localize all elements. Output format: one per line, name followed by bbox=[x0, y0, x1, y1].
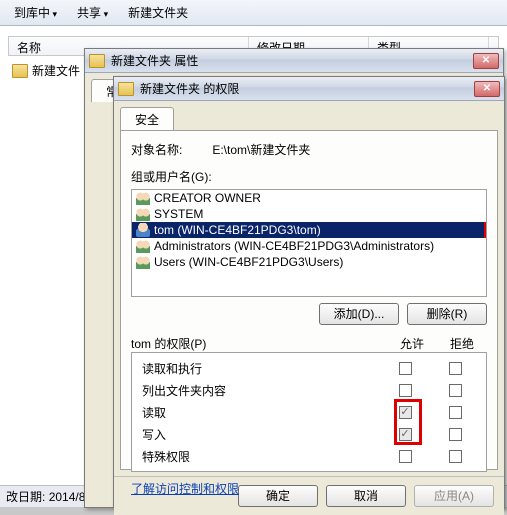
deny-checkbox[interactable] bbox=[449, 384, 462, 397]
user-item[interactable]: CREATOR OWNER bbox=[132, 190, 486, 206]
properties-title: 新建文件夹 属性 bbox=[111, 52, 473, 69]
allow-checkbox[interactable] bbox=[399, 428, 412, 441]
remove-button[interactable]: 删除(R) bbox=[407, 303, 487, 325]
deny-checkbox[interactable] bbox=[449, 362, 462, 375]
user-name: CREATOR OWNER bbox=[154, 191, 261, 205]
security-panel: 对象名称: E:\tom\新建文件夹 组或用户名(G): CREATOR OWN… bbox=[120, 130, 498, 470]
group-icon bbox=[136, 239, 150, 253]
allow-checkbox[interactable] bbox=[399, 384, 412, 397]
permission-row: 读取 bbox=[138, 401, 480, 423]
permissions-dialog: 新建文件夹 的权限 ✕ 安全 对象名称: E:\tom\新建文件夹 组或用户名(… bbox=[113, 76, 505, 508]
user-item[interactable]: SYSTEM bbox=[132, 206, 486, 222]
user-item[interactable]: Administrators (WIN-CE4BF21PDG3\Administ… bbox=[132, 238, 486, 254]
properties-titlebar[interactable]: 新建文件夹 属性 ✕ bbox=[85, 49, 503, 73]
permission-label: 读取 bbox=[138, 404, 380, 421]
user-item[interactable]: tom (WIN-CE4BF21PDG3\tom) bbox=[132, 222, 486, 238]
permissions-title: 新建文件夹 的权限 bbox=[140, 80, 474, 97]
deny-checkbox[interactable] bbox=[449, 406, 462, 419]
group-user-label: 组或用户名(G): bbox=[131, 168, 487, 185]
permission-row: 特殊权限 bbox=[138, 445, 480, 467]
permissions-for-label: tom 的权限(P) bbox=[131, 335, 387, 352]
user-name: SYSTEM bbox=[154, 207, 203, 221]
permission-row: 列出文件夹内容 bbox=[138, 379, 480, 401]
user-item[interactable]: Users (WIN-CE4BF21PDG3\Users) bbox=[132, 254, 486, 270]
user-name: tom (WIN-CE4BF21PDG3\tom) bbox=[154, 223, 321, 237]
permissions-titlebar[interactable]: 新建文件夹 的权限 ✕ bbox=[114, 77, 504, 101]
permission-label: 特殊权限 bbox=[138, 448, 380, 465]
new-folder-button[interactable]: 新建文件夹 bbox=[120, 4, 196, 21]
add-button[interactable]: 添加(D)... bbox=[319, 303, 399, 325]
permission-row: 写入 bbox=[138, 423, 480, 445]
permission-list: 读取和执行列出文件夹内容读取写入特殊权限 bbox=[131, 352, 487, 472]
group-icon bbox=[136, 255, 150, 269]
close-icon[interactable]: ✕ bbox=[473, 53, 499, 69]
folder-icon bbox=[12, 64, 28, 78]
allow-checkbox[interactable] bbox=[399, 406, 412, 419]
permission-label: 列出文件夹内容 bbox=[138, 382, 380, 399]
tab-security[interactable]: 安全 bbox=[120, 107, 174, 130]
group-icon bbox=[136, 207, 150, 221]
permission-label: 写入 bbox=[138, 426, 380, 443]
deny-checkbox[interactable] bbox=[449, 450, 462, 463]
user-name: Administrators (WIN-CE4BF21PDG3\Administ… bbox=[154, 239, 434, 253]
file-row[interactable]: 新建文件 bbox=[12, 62, 80, 79]
permission-row: 读取和执行 bbox=[138, 357, 480, 379]
status-prefix: 改日期: bbox=[6, 488, 45, 505]
share-menu[interactable]: 共享 bbox=[69, 4, 116, 21]
permission-label: 读取和执行 bbox=[138, 360, 380, 377]
allow-checkbox[interactable] bbox=[399, 450, 412, 463]
tab-strip: 安全 bbox=[120, 107, 504, 130]
user-icon bbox=[136, 223, 150, 237]
learn-more-link[interactable]: 了解访问控制和权限 bbox=[131, 482, 239, 496]
user-name: Users (WIN-CE4BF21PDG3\Users) bbox=[154, 255, 343, 269]
group-icon bbox=[136, 191, 150, 205]
deny-checkbox[interactable] bbox=[449, 428, 462, 441]
include-in-library-menu[interactable]: 到库中 bbox=[6, 4, 65, 21]
folder-icon bbox=[118, 82, 134, 96]
user-list[interactable]: CREATOR OWNER SYSTEM tom (WIN-CE4BF21PDG3\… bbox=[131, 189, 487, 297]
allow-checkbox[interactable] bbox=[399, 362, 412, 375]
file-name: 新建文件 bbox=[32, 62, 80, 79]
allow-column-header: 允许 bbox=[387, 335, 437, 352]
object-name-label: 对象名称: bbox=[131, 141, 182, 158]
status-date: 2014/8 bbox=[49, 490, 86, 504]
deny-column-header: 拒绝 bbox=[437, 335, 487, 352]
object-name-value: E:\tom\新建文件夹 bbox=[212, 141, 310, 158]
folder-icon bbox=[89, 54, 105, 68]
explorer-toolbar: 到库中 共享 新建文件夹 bbox=[0, 0, 507, 26]
close-icon[interactable]: ✕ bbox=[474, 81, 500, 97]
